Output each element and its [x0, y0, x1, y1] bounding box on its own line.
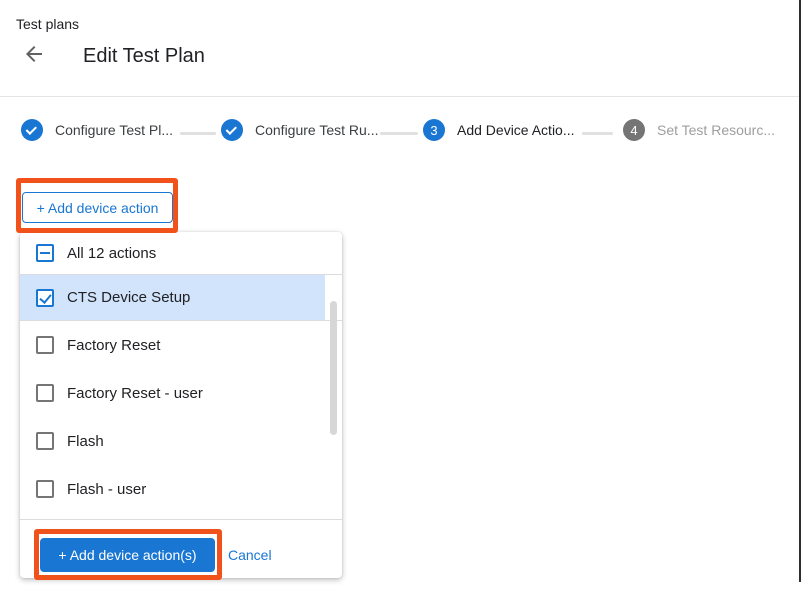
scrollbar-thumb[interactable] [330, 301, 337, 435]
step-1-label: Configure Test Pl... [55, 122, 173, 138]
device-action-dropdown: All 12 actions CTS Device Setup Factory … [20, 232, 342, 578]
step-3-label: Add Device Actio... [457, 122, 575, 138]
step-4-circle: 4 [623, 119, 645, 141]
cancel-button[interactable]: Cancel [228, 547, 272, 563]
stepper-connector [380, 132, 418, 135]
action-option-flash-user[interactable]: Flash - user [20, 465, 325, 513]
stepper-step-4[interactable]: 4 Set Test Resourc... [623, 119, 775, 141]
screenshot-right-border [799, 0, 801, 582]
stepper-connector [180, 132, 216, 135]
stepper-step-1[interactable]: Configure Test Pl... [21, 119, 173, 141]
checkbox[interactable] [36, 336, 54, 354]
step-4-label: Set Test Resourc... [657, 122, 775, 138]
header-divider [0, 96, 800, 97]
action-option-factory-reset[interactable]: Factory Reset [20, 321, 325, 369]
step-1-circle [21, 119, 43, 141]
checkbox[interactable] [36, 289, 54, 307]
check-icon [26, 124, 37, 135]
step-2-label: Configure Test Ru... [255, 122, 378, 138]
footer-divider [20, 519, 342, 520]
checkbox[interactable] [36, 432, 54, 450]
step-3-circle: 3 [423, 119, 445, 141]
page-title: Edit Test Plan [83, 43, 205, 69]
action-option-factory-reset-user[interactable]: Factory Reset - user [20, 369, 325, 417]
back-arrow-icon[interactable] [22, 42, 46, 66]
confirm-add-device-actions-button[interactable]: + Add device action(s) [40, 538, 215, 572]
action-option-cts-device-setup[interactable]: CTS Device Setup [20, 275, 325, 320]
select-all-label: All 12 actions [67, 245, 156, 262]
select-all-actions-row[interactable]: All 12 actions [20, 232, 342, 274]
stepper-connector [582, 132, 613, 135]
step-2-circle [221, 119, 243, 141]
select-all-checkbox[interactable] [36, 244, 54, 262]
stepper-step-3[interactable]: 3 Add Device Actio... [423, 119, 575, 141]
checkbox[interactable] [36, 480, 54, 498]
add-device-action-button[interactable]: + Add device action [22, 192, 173, 223]
breadcrumb[interactable]: Test plans [16, 16, 79, 32]
checkbox[interactable] [36, 384, 54, 402]
check-icon [226, 124, 237, 135]
action-option-flash[interactable]: Flash [20, 417, 325, 465]
stepper-step-2[interactable]: Configure Test Ru... [221, 119, 378, 141]
